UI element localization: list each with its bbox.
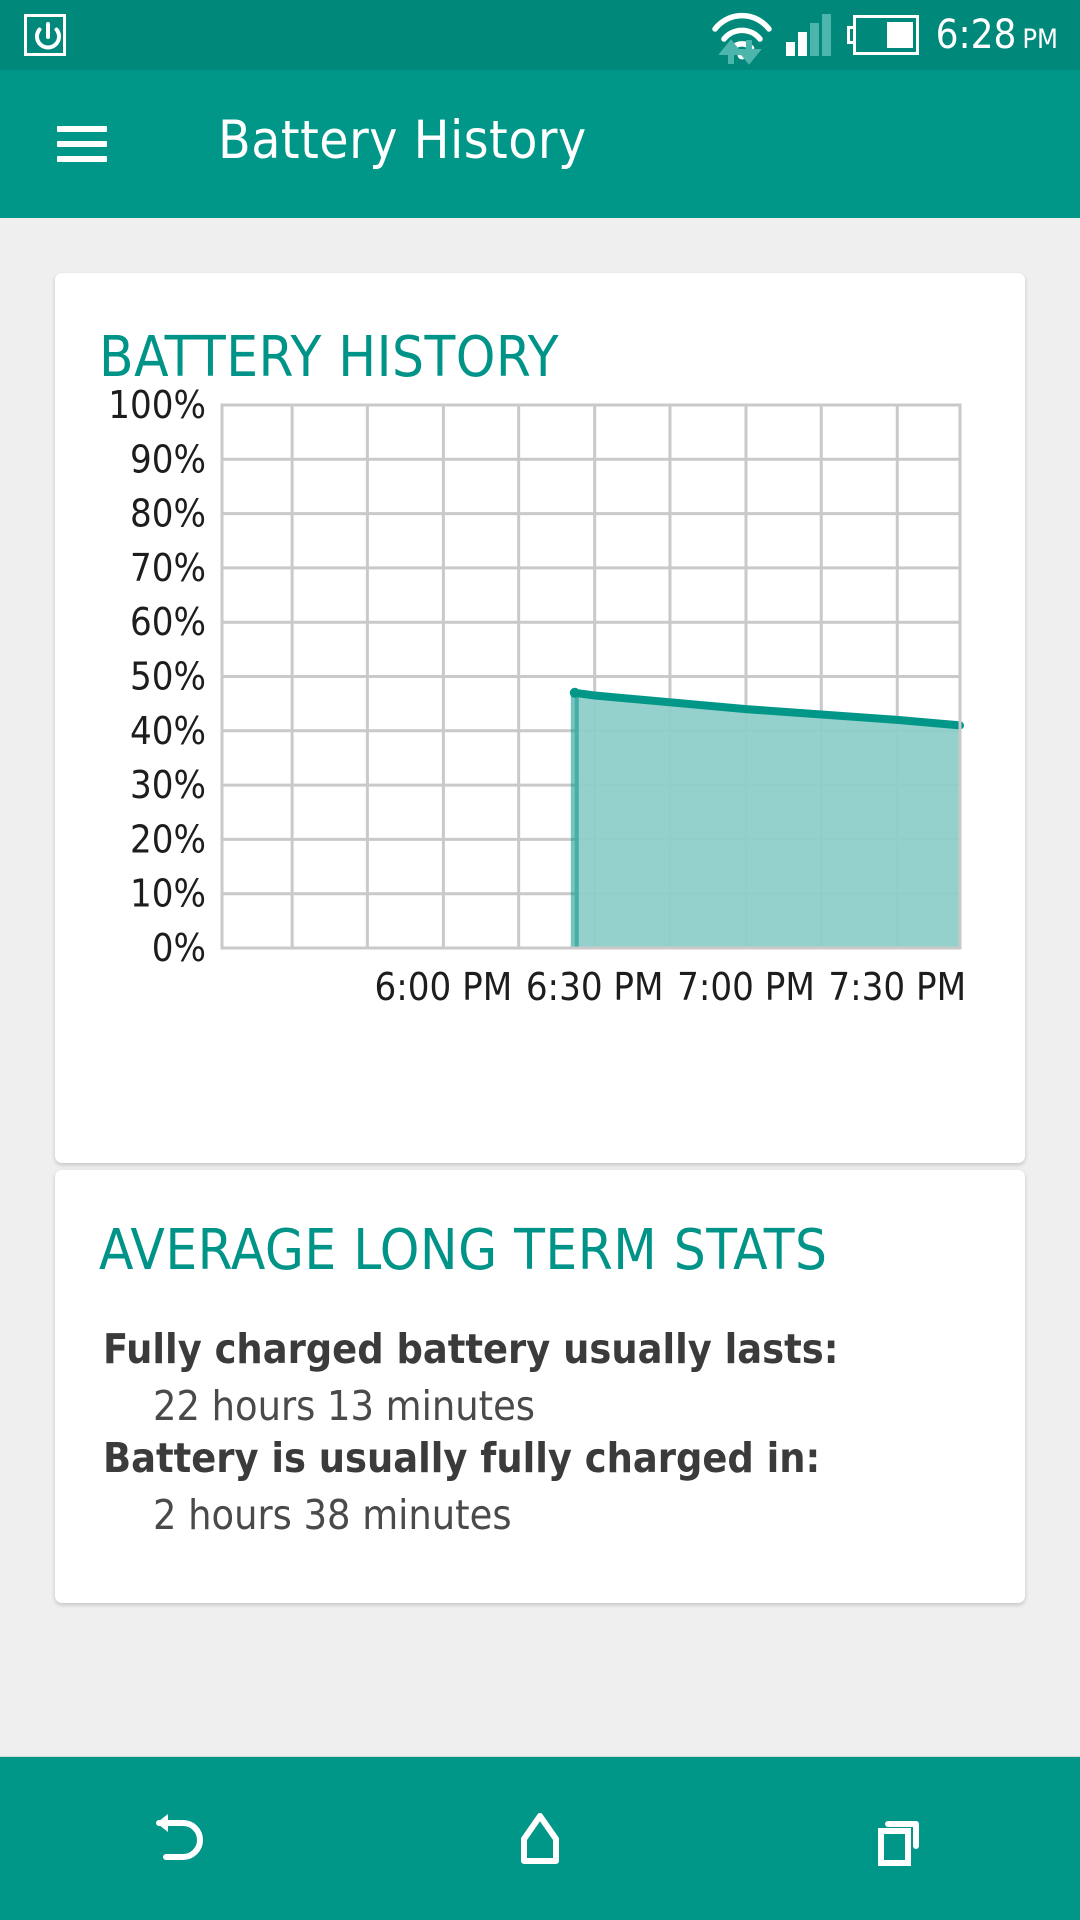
status-clock: 6:28 PM (936, 12, 1058, 58)
svg-text:0%: 0% (152, 926, 206, 970)
wifi-icon (711, 9, 773, 65)
svg-text:80%: 80% (130, 492, 206, 536)
recent-apps-icon (878, 1820, 919, 1866)
hamburger-menu-icon[interactable] (57, 126, 107, 162)
back-button[interactable] (105, 1779, 255, 1899)
home-button[interactable] (465, 1779, 615, 1899)
app-bar: Battery History (0, 70, 1080, 218)
svg-text:60%: 60% (130, 600, 206, 644)
battery-history-card: BATTERY HISTORY 100% 90% 80% 70% 60% 50% 40% 30… (55, 273, 1025, 1163)
back-arrow-icon (156, 1813, 203, 1860)
cellular-signal-icon (785, 14, 834, 56)
page-title: Battery History (218, 110, 587, 171)
svg-text:7:00 PM: 7:00 PM (677, 965, 815, 1009)
stat-label-battery-lasts: Fully charged battery usually lasts: (103, 1325, 839, 1373)
svg-text:20%: 20% (130, 817, 206, 861)
power-icon (24, 14, 66, 56)
phone-screen: 6:28 PM Battery History BATTERY HISTORY … (0, 0, 1080, 1920)
status-icons-group: 6:28 PM (711, 0, 1058, 70)
stats-card-title: AVERAGE LONG TERM STATS (99, 1218, 828, 1283)
svg-text:7:30 PM: 7:30 PM (828, 965, 966, 1009)
wifi-data-transfer-icon (718, 39, 762, 65)
status-bar: 6:28 PM (0, 0, 1080, 70)
svg-text:6:30 PM: 6:30 PM (526, 965, 664, 1009)
clock-ampm: PM (1022, 24, 1058, 55)
svg-text:100%: 100% (108, 383, 206, 427)
svg-text:40%: 40% (130, 709, 206, 753)
stat-label-charge-time: Battery is usually fully charged in: (103, 1434, 821, 1482)
battery-history-card-title: BATTERY HISTORY (99, 325, 560, 390)
svg-text:70%: 70% (130, 546, 206, 590)
svg-text:6:00 PM: 6:00 PM (375, 965, 513, 1009)
system-navigation-bar (0, 1756, 1080, 1920)
svg-text:10%: 10% (130, 872, 206, 916)
svg-text:50%: 50% (130, 655, 206, 699)
recents-button[interactable] (825, 1779, 975, 1899)
clock-time: 6:28 (935, 12, 1017, 58)
stat-value-charge-time: 2 hours 38 minutes (153, 1491, 512, 1539)
home-icon (521, 1812, 559, 1864)
battery-history-chart[interactable]: 100% 90% 80% 70% 60% 50% 40% 30% 20% 10% 0% 6:00 PM… (55, 383, 1025, 1083)
battery-icon (846, 15, 919, 55)
stat-value-battery-lasts: 22 hours 13 minutes (153, 1382, 536, 1430)
svg-text:30%: 30% (130, 763, 206, 807)
svg-text:90%: 90% (130, 437, 206, 481)
average-long-term-stats-card: AVERAGE LONG TERM STATS Fully charged ba… (55, 1170, 1025, 1603)
